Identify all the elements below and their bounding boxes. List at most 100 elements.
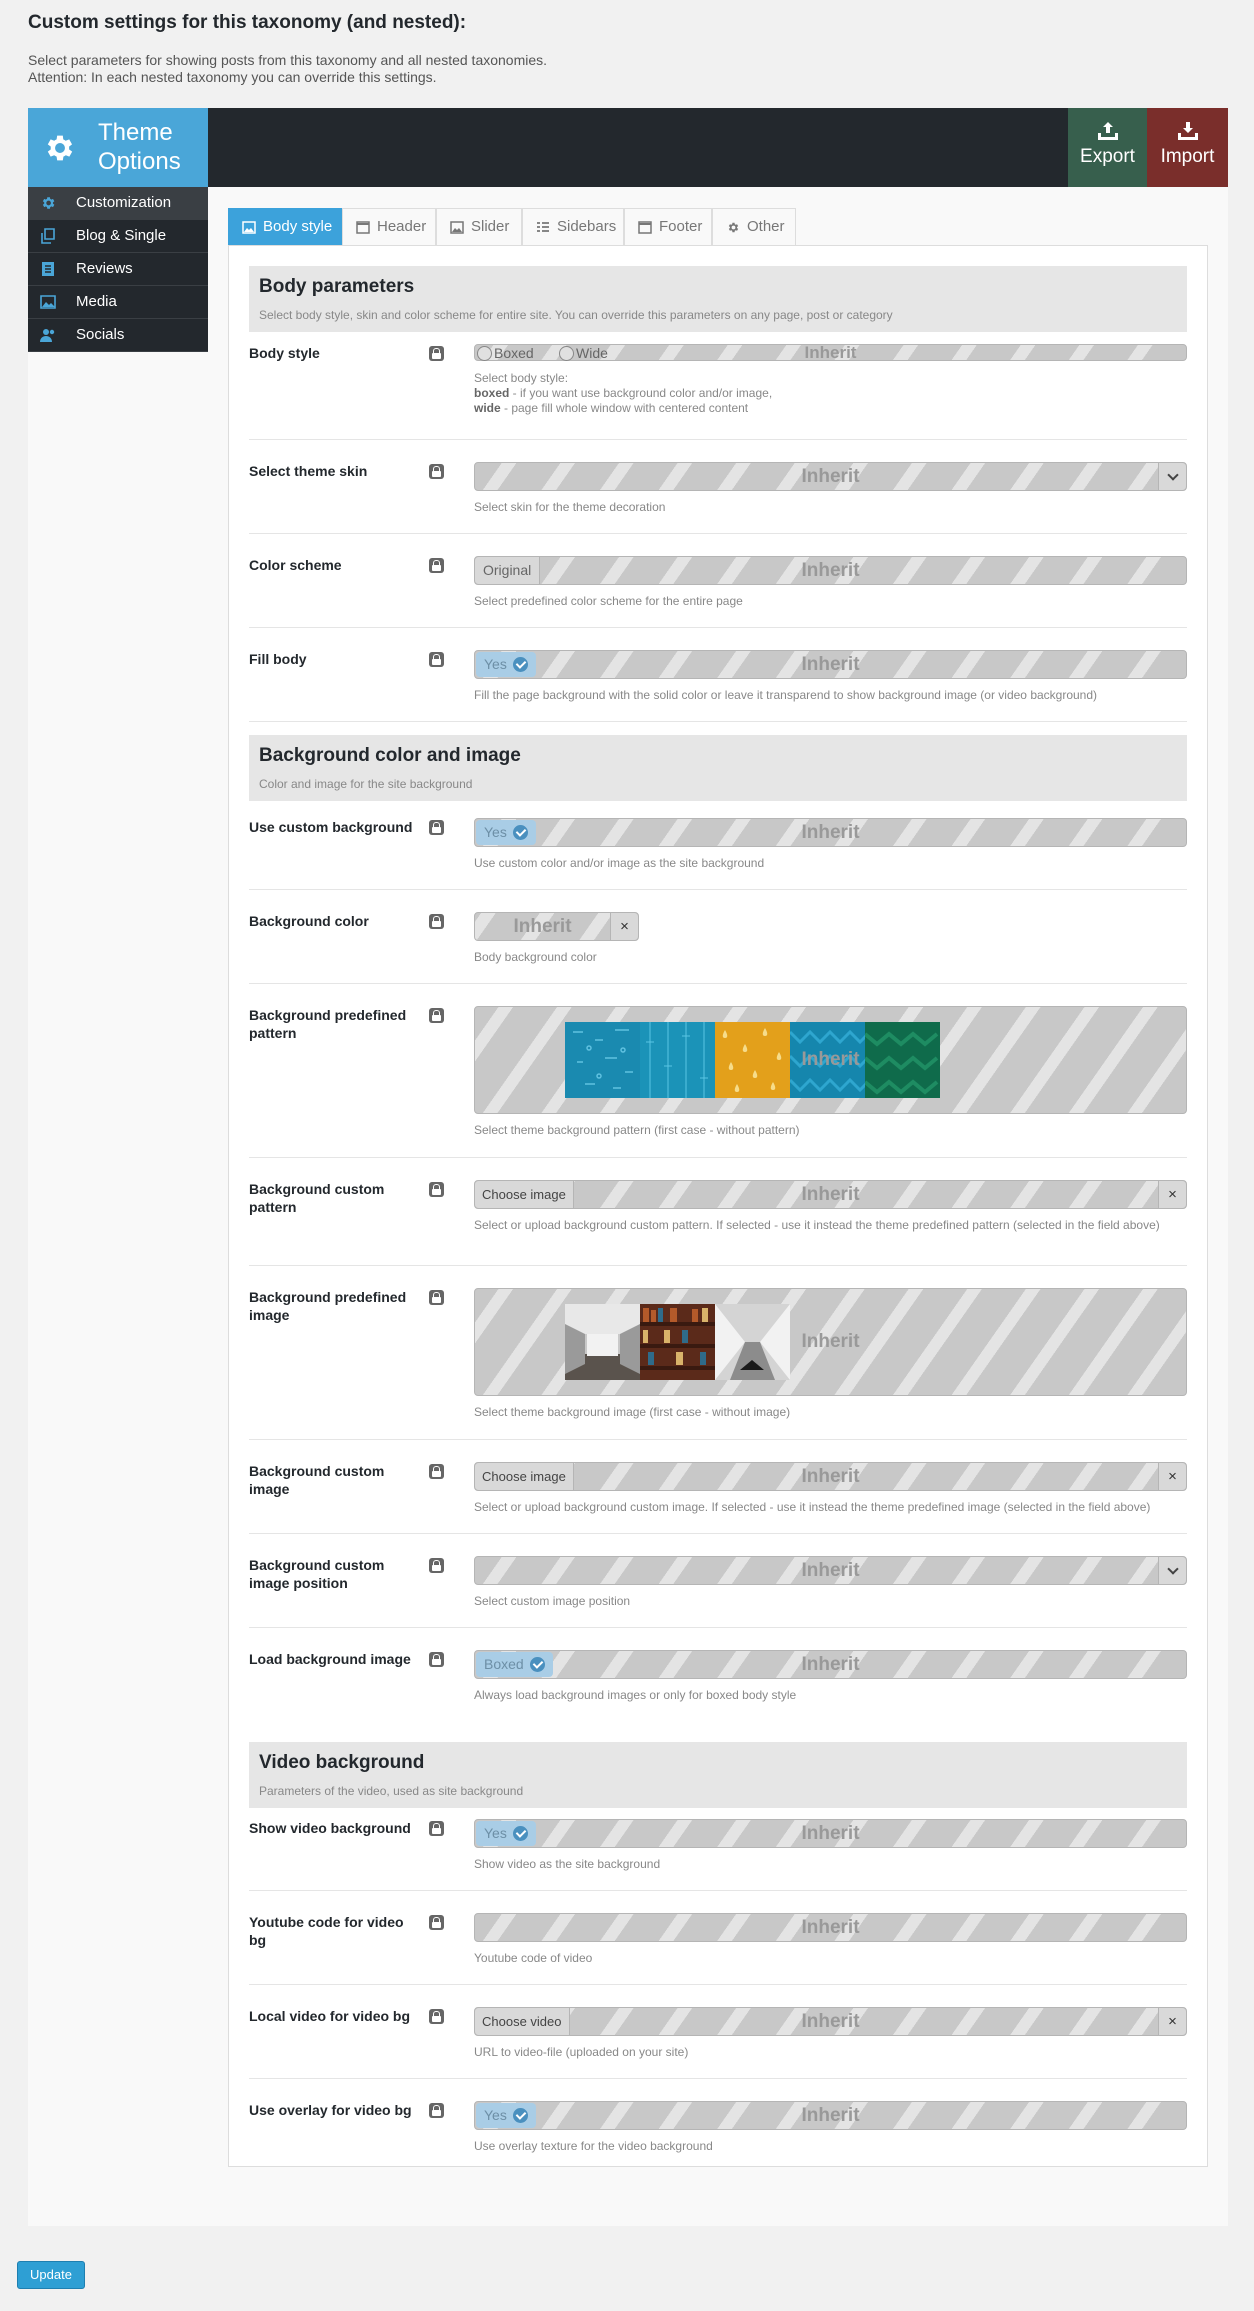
inherit-label: Inherit bbox=[801, 1559, 860, 1581]
field-background-custom-pattern: Background custom pattern Choose image I… bbox=[249, 1180, 1187, 1266]
local-video-field[interactable]: Choose video Inherit × bbox=[474, 2007, 1187, 2036]
field-description: Select or upload background custom patte… bbox=[474, 1218, 1160, 1232]
sidebar-item-customization[interactable]: Customization bbox=[28, 187, 208, 220]
tab-header[interactable]: Header bbox=[342, 208, 436, 246]
image-thumbnail[interactable] bbox=[565, 1304, 640, 1380]
clear-button[interactable]: × bbox=[1158, 2008, 1186, 2035]
toggle-label: Yes bbox=[484, 2107, 507, 2123]
clear-button[interactable]: × bbox=[1158, 1463, 1186, 1490]
lock-icon[interactable] bbox=[429, 1464, 444, 1479]
logo-line-1: Theme bbox=[98, 119, 173, 146]
lock-icon[interactable] bbox=[429, 1652, 444, 1667]
lock-icon[interactable] bbox=[429, 2009, 444, 2024]
clear-button[interactable]: × bbox=[1158, 1181, 1186, 1208]
chevron-down-icon[interactable] bbox=[1158, 463, 1186, 490]
chevron-down-icon[interactable] bbox=[1158, 1557, 1186, 1584]
lock-icon[interactable] bbox=[429, 820, 444, 835]
clear-button[interactable]: × bbox=[610, 913, 638, 940]
pattern-thumbnail[interactable] bbox=[640, 1022, 715, 1098]
field-fill-body: Fill body Yes Inherit Fill the page back… bbox=[249, 650, 1187, 722]
field-label: Fill body bbox=[249, 651, 307, 667]
lock-icon[interactable] bbox=[429, 1821, 444, 1836]
show-video-background-toggle[interactable]: Yes Inherit bbox=[474, 1819, 1187, 1848]
lock-icon[interactable] bbox=[429, 1290, 444, 1305]
logo-line-2: Options bbox=[98, 148, 181, 175]
field-load-background-image: Load background image Boxed Inherit Alwa… bbox=[249, 1650, 1187, 1722]
background-custom-image-field[interactable]: Choose image Inherit × bbox=[474, 1462, 1187, 1491]
lock-icon[interactable] bbox=[429, 346, 444, 361]
sidebar-item-label: Customization bbox=[76, 194, 172, 211]
section-description: Color and image for the site background bbox=[259, 777, 473, 791]
list-icon bbox=[537, 222, 549, 232]
radio-boxed[interactable]: Boxed bbox=[475, 345, 534, 362]
field-description: Use custom color and/or image as the sit… bbox=[474, 856, 765, 870]
sidebar-item-blog-single[interactable]: Blog & Single bbox=[28, 220, 208, 253]
field-description: Select custom image position bbox=[474, 1594, 631, 1608]
background-color-picker[interactable]: Inherit × bbox=[474, 912, 639, 941]
toggle-value: Boxed bbox=[476, 1652, 553, 1677]
inherit-label: Inherit bbox=[801, 1916, 860, 1938]
import-button[interactable]: Import bbox=[1147, 108, 1228, 187]
pattern-thumbnail[interactable] bbox=[865, 1022, 940, 1098]
lock-icon[interactable] bbox=[429, 1182, 444, 1197]
tab-body-style[interactable]: Body style bbox=[228, 208, 342, 246]
tab-label: Footer bbox=[659, 218, 703, 235]
intro-line-1: Select parameters for showing posts from… bbox=[28, 52, 548, 68]
lock-icon[interactable] bbox=[429, 1915, 444, 1930]
background-custom-pattern-field[interactable]: Choose image Inherit × bbox=[474, 1180, 1187, 1209]
tab-content: Body parameters Select body style, skin … bbox=[228, 245, 1208, 2167]
tab-slider[interactable]: Slider bbox=[436, 208, 522, 246]
choose-image-button[interactable]: Choose image bbox=[475, 1463, 574, 1490]
load-background-image-toggle[interactable]: Boxed Inherit bbox=[474, 1650, 1187, 1679]
background-pattern-selector[interactable]: Inherit bbox=[474, 1006, 1187, 1114]
color-scheme-control[interactable]: Original Inherit bbox=[474, 556, 1187, 585]
background-image-position-select[interactable]: Inherit bbox=[474, 1556, 1187, 1585]
image-icon bbox=[450, 221, 464, 234]
body-style-control[interactable]: Boxed Wide Inherit bbox=[474, 343, 1187, 362]
desc-key: boxed bbox=[474, 386, 510, 400]
section-title: Body parameters bbox=[259, 276, 415, 297]
export-button[interactable]: Export bbox=[1068, 108, 1147, 187]
fill-body-toggle[interactable]: Yes Inherit bbox=[474, 650, 1187, 679]
sidebar-item-socials[interactable]: Socials bbox=[28, 319, 208, 352]
field-label: Background predefined pattern bbox=[249, 1007, 407, 1041]
youtube-code-input[interactable]: Inherit bbox=[474, 1913, 1187, 1942]
tab-other[interactable]: Other bbox=[712, 208, 796, 246]
lock-icon[interactable] bbox=[429, 464, 444, 479]
choose-video-button[interactable]: Choose video bbox=[475, 2008, 570, 2035]
color-scheme-value: Original bbox=[475, 557, 541, 584]
image-thumbnail[interactable] bbox=[715, 1304, 790, 1380]
image-icon bbox=[40, 295, 56, 309]
radio-wide[interactable]: Wide bbox=[557, 345, 608, 362]
update-button[interactable]: Update bbox=[17, 2261, 85, 2289]
lock-icon[interactable] bbox=[429, 558, 444, 573]
field-video-overlay: Use overlay for video bg Yes Inherit Use… bbox=[249, 2101, 1187, 2161]
field-description: Select theme background image (first cas… bbox=[474, 1405, 791, 1419]
check-icon bbox=[512, 1826, 528, 1841]
lock-icon[interactable] bbox=[429, 652, 444, 667]
pattern-thumbnail[interactable] bbox=[715, 1022, 790, 1098]
desc-line: Select body style: bbox=[474, 371, 569, 385]
theme-skin-select[interactable]: Inherit bbox=[474, 462, 1187, 491]
field-label: Show video background bbox=[249, 1820, 411, 1836]
pattern-thumbnail[interactable] bbox=[565, 1022, 640, 1098]
field-label: Color scheme bbox=[249, 557, 342, 573]
sidebar-item-media[interactable]: Media bbox=[28, 286, 208, 319]
sidebar-item-reviews[interactable]: Reviews bbox=[28, 253, 208, 286]
background-image-selector[interactable]: Inherit bbox=[474, 1288, 1187, 1396]
lock-icon[interactable] bbox=[429, 2103, 444, 2118]
lock-icon[interactable] bbox=[429, 1008, 444, 1023]
upload-icon bbox=[1097, 122, 1118, 140]
tab-sidebars[interactable]: Sidebars bbox=[522, 208, 624, 246]
lock-icon[interactable] bbox=[429, 1558, 444, 1573]
use-custom-background-toggle[interactable]: Yes Inherit bbox=[474, 818, 1187, 847]
video-overlay-toggle[interactable]: Yes Inherit bbox=[474, 2101, 1187, 2130]
tab-footer[interactable]: Footer bbox=[624, 208, 712, 246]
field-label: Body style bbox=[249, 345, 320, 361]
choose-image-button[interactable]: Choose image bbox=[475, 1181, 574, 1208]
lock-icon[interactable] bbox=[429, 914, 444, 929]
sidebar-item-label: Blog & Single bbox=[76, 227, 167, 244]
toggle-label: Boxed bbox=[484, 1656, 524, 1672]
image-thumbnail[interactable] bbox=[640, 1304, 715, 1380]
pattern-thumbnail[interactable] bbox=[790, 1022, 865, 1098]
